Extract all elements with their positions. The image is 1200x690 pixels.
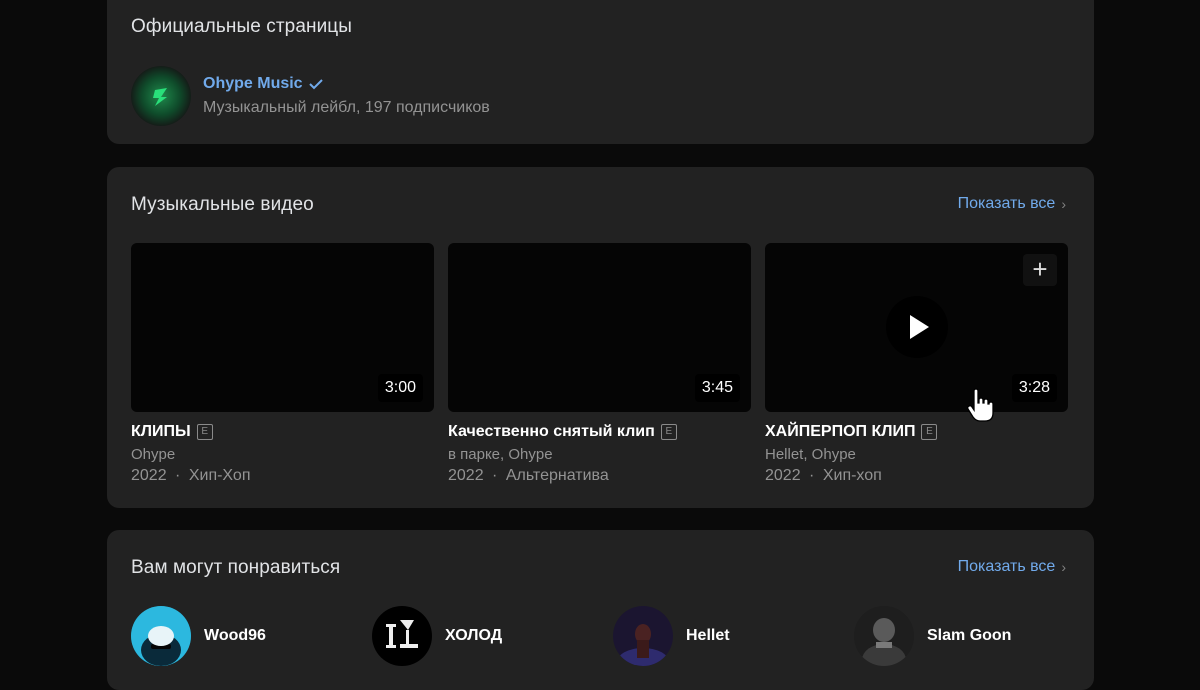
video-title[interactable]: Качественно снятый клип [448,423,655,441]
official-label-row[interactable]: Ohype Music Музыкальный лейбл, 197 подпи… [131,66,490,126]
video-thumbnail[interactable]: 3:45 [448,243,751,412]
meta-separator: · [809,467,815,484]
add-plus-icon[interactable]: + [1023,254,1057,286]
video-year: 2022 [448,467,484,484]
chevron-right-icon: › [1061,196,1066,212]
video-duration: 3:00 [377,374,423,402]
explicit-badge: E [921,424,938,440]
label-name[interactable]: Ohype Music [203,75,303,93]
show-all-label[interactable]: Показать все [958,558,1056,576]
recommendations-section: Вам могут понравиться Показать все › Woo… [107,530,1094,690]
label-avatar[interactable] [131,66,191,126]
video-genre: Хип-хоп [822,467,882,484]
artist-card[interactable]: ХОЛОД [372,606,502,666]
video-title[interactable]: КЛИПЫ [131,423,191,441]
video-duration: 3:28 [1011,374,1057,402]
video-meta: 2022 · Альтернатива [448,467,751,485]
artist-name[interactable]: ХОЛОД [445,627,502,645]
video-thumbnail[interactable]: 3:00 [131,243,434,412]
official-pages-section: Официальные страницы Ohype Music Музыкал… [107,0,1094,144]
section-title: Вам могут понравиться [131,557,341,578]
explicit-badge: E [660,424,677,440]
section-title: Официальные страницы [131,16,353,37]
artist-card[interactable]: Wood96 [131,606,266,666]
show-all-label[interactable]: Показать все [958,195,1056,213]
play-icon[interactable] [886,296,948,358]
artist-avatar[interactable] [131,606,191,666]
artist-card[interactable]: Hellet [613,606,730,666]
chevron-right-icon: › [1061,559,1066,575]
video-meta: 2022 · Хип-хоп [765,467,1068,485]
label-subtitle: Музыкальный лейбл, 197 подписчиков [203,99,490,116]
explicit-badge: E [196,424,213,440]
video-year: 2022 [131,467,167,484]
video-artist[interactable]: Hellet, Ohype [765,446,1068,463]
video-artist[interactable]: Ohype [131,446,434,463]
artist-name[interactable]: Wood96 [204,627,266,645]
video-card[interactable]: 3:00 КЛИПЫ E Ohype 2022 · Хип-Хоп [131,243,434,485]
video-genre: Альтернатива [505,467,609,484]
meta-separator: · [492,467,498,484]
video-card[interactable]: 3:45 Качественно снятый клип E в парке, … [448,243,751,485]
artist-avatar[interactable] [613,606,673,666]
artist-card[interactable]: Slam Goon [854,606,1011,666]
show-all-videos-link[interactable]: Показать все › [958,195,1066,213]
artist-name[interactable]: Slam Goon [927,627,1011,645]
video-year: 2022 [765,467,801,484]
meta-separator: · [175,467,181,484]
artist-avatar[interactable] [372,606,432,666]
hand-cursor-icon [967,388,994,422]
section-title: Музыкальные видео [131,194,314,215]
video-meta: 2022 · Хип-Хоп [131,467,434,485]
label-name-link[interactable]: Ohype Music [203,75,490,93]
verified-check-icon [308,79,323,90]
video-genre: Хип-Хоп [188,467,251,484]
video-artist[interactable]: в парке, Ohype [448,446,751,463]
show-all-artists-link[interactable]: Показать все › [958,558,1066,576]
video-duration: 3:45 [694,374,740,402]
video-title[interactable]: ХАЙПЕРПОП КЛИП [765,423,915,441]
video-thumbnail[interactable]: + 3:28 [765,243,1068,412]
video-card[interactable]: + 3:28 ХАЙПЕРПОП КЛИП E Hellet, Ohype 20… [765,243,1068,485]
music-videos-section: Музыкальные видео Показать все › 3:00 КЛ… [107,167,1094,508]
artist-avatar[interactable] [854,606,914,666]
artist-name[interactable]: Hellet [686,627,730,645]
